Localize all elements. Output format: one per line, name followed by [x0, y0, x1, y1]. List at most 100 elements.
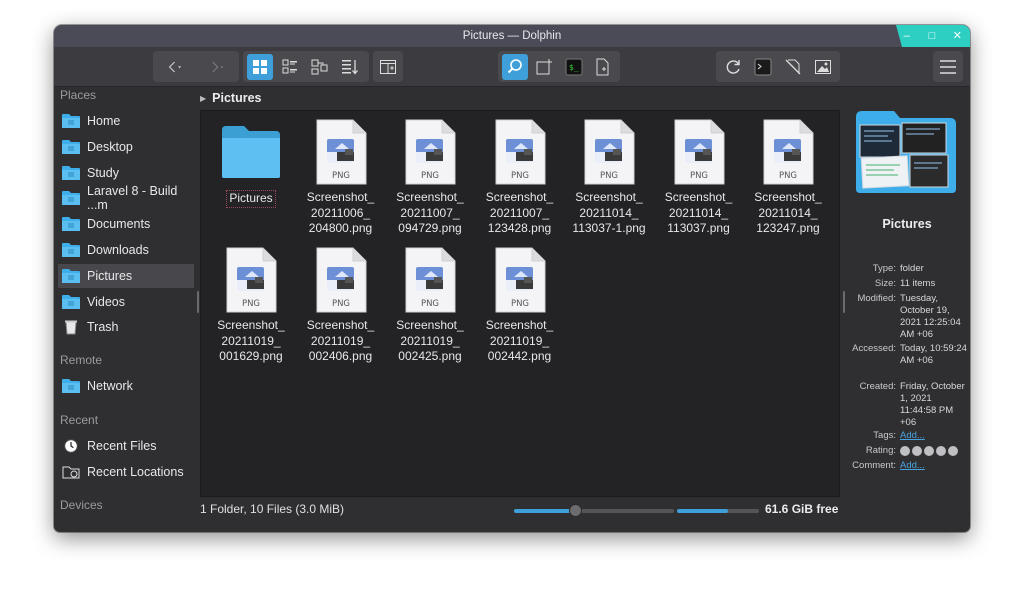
star-icon[interactable] — [912, 446, 922, 456]
file-item[interactable]: PNG Screenshot_ 20211019_ 002425.png — [386, 247, 474, 365]
maximize-button[interactable]: □ — [924, 25, 940, 47]
terminal-panel-button[interactable] — [750, 54, 776, 80]
info-value: Today, 10:59:24 AM +06 — [900, 343, 967, 366]
sidebar-item-label: Trash — [87, 320, 119, 335]
zoom-slider-handle[interactable] — [568, 504, 582, 517]
new-file-button[interactable] — [591, 54, 617, 80]
file-name-line: 113037.png — [667, 221, 730, 235]
file-name-line: 20211019_ — [400, 333, 460, 348]
remote-section-title: Remote — [60, 353, 103, 367]
sidebar-item-label: Videos — [87, 294, 125, 309]
icons-view-button[interactable] — [247, 53, 273, 80]
file-name-line: 123428.png — [487, 221, 552, 235]
file-name-line: 123247.png — [756, 221, 820, 235]
split-view-button[interactable] — [377, 54, 399, 80]
sidebar-item-recent-files[interactable]: Recent Files — [58, 434, 194, 458]
sidebar-item-trash[interactable]: Trash — [58, 315, 194, 339]
file-item[interactable]: PNG Screenshot_ 20211014_ 113037-1.png — [565, 119, 653, 237]
sidebar-splitter[interactable] — [197, 291, 199, 313]
sidebar-item-study[interactable]: Study — [58, 161, 194, 185]
file-item[interactable]: PNG Screenshot_ 20211006_ 204800.png — [297, 119, 385, 237]
rating-stars[interactable] — [900, 445, 970, 459]
breadcrumb[interactable]: ▶ Pictures — [200, 89, 262, 107]
file-name-line: 002425.png — [398, 349, 462, 363]
info-key: Rating: — [865, 445, 896, 456]
terminal-panel-icon — [754, 58, 772, 75]
file-item[interactable]: PNG Screenshot_ 20211019_ 001629.png — [207, 247, 295, 365]
sidebar-item-pictures[interactable]: Pictures — [58, 263, 194, 288]
star-icon[interactable] — [900, 446, 910, 456]
star-icon[interactable] — [924, 446, 934, 456]
add-link[interactable]: Add... — [900, 430, 970, 442]
info-key: Comment: — [852, 460, 896, 471]
terminal-icon: $_ — [565, 58, 583, 75]
folder-item[interactable]: Pictures — [207, 119, 295, 208]
actions-group: $_ — [498, 51, 620, 82]
sidebar-item-documents[interactable]: Documents — [58, 212, 194, 236]
sidebar-item-desktop[interactable]: Desktop — [58, 135, 194, 159]
file-item[interactable]: PNG Screenshot_ 20211014_ 123247.png — [744, 119, 832, 237]
file-name-line: Screenshot_ — [575, 190, 643, 204]
file-view[interactable]: Pictures PNG Screenshot_ 20211006_ 204800.pn… — [200, 110, 840, 497]
sidebar-item-label: Desktop — [87, 139, 133, 154]
sort-button[interactable] — [337, 54, 363, 80]
svg-text:PNG: PNG — [331, 171, 349, 181]
hidden-files-button[interactable] — [780, 54, 806, 80]
zoom-slider[interactable] — [514, 504, 674, 517]
file-name: Pictures — [226, 190, 276, 208]
sidebar-item-label: Downloads — [87, 243, 149, 257]
file-item[interactable]: PNG Screenshot_ 20211019_ 002442.png — [476, 247, 564, 365]
places-panel: Places Home Desktop Study Laravel 8 - Build… — [54, 87, 196, 512]
open-terminal-button[interactable]: $_ — [561, 54, 587, 80]
star-icon[interactable] — [948, 446, 958, 456]
recent-locations-icon — [61, 464, 81, 480]
new-tab-icon — [536, 58, 553, 74]
info-value: folder — [900, 263, 924, 274]
sidebar-item-label: Home — [87, 114, 121, 128]
file-name-line: Screenshot_ — [217, 318, 285, 332]
search-button[interactable] — [502, 53, 528, 80]
file-item[interactable]: PNG Screenshot_ 20211007_ 123428.png — [476, 119, 564, 237]
hamburger-menu-button[interactable] — [937, 54, 959, 80]
reload-button[interactable] — [720, 54, 746, 80]
forward-icon — [211, 61, 223, 72]
sidebar-item-label: Recent Locations — [87, 464, 184, 479]
add-link[interactable]: Add... — [900, 460, 970, 472]
file-name-line: 20211007_ — [489, 205, 550, 220]
forward-button[interactable] — [198, 54, 235, 80]
preview-icon — [815, 59, 831, 74]
folder-icon — [61, 190, 81, 206]
close-button[interactable]: ✕ — [949, 25, 965, 47]
preview-button[interactable] — [810, 54, 836, 80]
compact-view-button[interactable] — [307, 54, 333, 80]
title-bar[interactable]: Pictures — Dolphin – □ ✕ — [54, 25, 970, 47]
sidebar-item-label: Pictures — [87, 268, 133, 283]
tools-group — [716, 51, 840, 82]
file-name-line: Screenshot_ — [485, 318, 554, 332]
png-file-icon: PNG — [297, 247, 385, 313]
sidebar-item-recent-locations[interactable]: Recent Locations — [58, 460, 194, 484]
svg-text:PNG: PNG — [421, 299, 439, 309]
disk-space-fill — [677, 509, 728, 513]
breadcrumb-current[interactable]: Pictures — [212, 91, 261, 105]
file-item[interactable]: PNG Screenshot_ 20211019_ 002406.png — [297, 247, 385, 365]
file-name-line: 113037-1.png — [572, 221, 646, 235]
info-value: 11 items — [900, 278, 936, 289]
sidebar-item-laravel-8-build-m[interactable]: Laravel 8 - Build ...m — [58, 184, 194, 212]
file-name-line: 20211019_ — [221, 333, 281, 348]
sidebar-item-home[interactable]: Home — [58, 109, 194, 133]
sidebar-item-videos[interactable]: Videos — [58, 290, 194, 314]
sidebar-item-downloads[interactable]: Downloads — [58, 238, 194, 262]
file-name-line: Screenshot_ — [396, 318, 464, 332]
details-view-button[interactable] — [277, 54, 303, 80]
file-item[interactable]: PNG Screenshot_ 20211014_ 113037.png — [655, 119, 743, 237]
sidebar-item-network[interactable]: Network — [58, 374, 194, 398]
new-tab-button[interactable] — [532, 54, 558, 80]
star-icon[interactable] — [936, 446, 946, 456]
minimize-button[interactable]: – — [899, 25, 915, 47]
back-button[interactable] — [157, 54, 194, 80]
file-name-line: Screenshot_ — [306, 190, 375, 204]
file-item[interactable]: PNG Screenshot_ 20211007_ 094729.png — [386, 119, 474, 237]
file-name-line: Screenshot_ — [485, 190, 554, 204]
file-name-line: Screenshot_ — [754, 190, 822, 204]
